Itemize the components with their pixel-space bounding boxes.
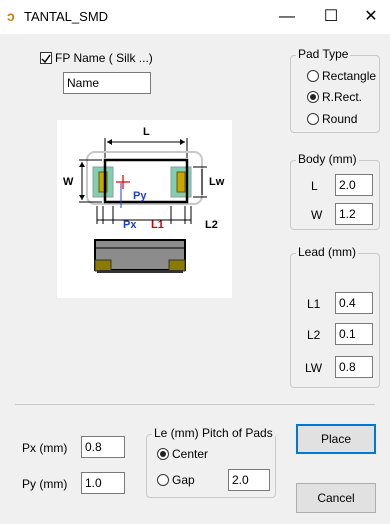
app-icon: ↄ xyxy=(7,8,15,24)
diagram-py-label: Py xyxy=(133,190,147,202)
lead-legend: Lead (mm) xyxy=(296,245,359,259)
body-w-label: W xyxy=(311,208,323,222)
pad-type-round-radio[interactable] xyxy=(307,113,319,125)
py-input[interactable]: 1.0 xyxy=(81,472,125,494)
diagram-lw-label: Lw xyxy=(209,176,225,188)
lead-lw-input[interactable]: 0.8 xyxy=(335,356,373,378)
py-label: Py (mm) xyxy=(22,477,68,491)
pitch-center-label: Center xyxy=(172,447,209,461)
pad-type-rectangle-label: Rectangle xyxy=(322,69,377,83)
diagram-l1-label: L1 xyxy=(151,219,164,231)
minimize-button[interactable]: — xyxy=(272,6,302,28)
window-title: TANTAL_SMD xyxy=(24,9,109,24)
cancel-button[interactable]: Cancel xyxy=(296,483,376,513)
pitch-center-radio[interactable] xyxy=(157,448,169,460)
lead-l2-input[interactable]: 0.1 xyxy=(335,323,373,345)
pad-type-round-label: Round xyxy=(322,112,358,126)
pad-type-rrect-radio[interactable] xyxy=(307,91,319,103)
fp-name-checkbox[interactable] xyxy=(40,52,52,64)
diagram-l-label: L xyxy=(143,126,150,138)
title-bar: ↄ TANTAL_SMD — ☐ ✕ xyxy=(0,0,390,34)
diagram-l2-label: L2 xyxy=(205,219,218,231)
px-input[interactable]: 0.8 xyxy=(81,436,125,458)
fp-name-label: FP Name ( Silk ...) xyxy=(55,51,153,65)
pitch-legend: Le (mm) Pitch of Pads xyxy=(152,426,275,440)
pitch-gap-label: Gap xyxy=(172,473,195,487)
px-label: Px (mm) xyxy=(22,441,68,455)
lead-l1-input[interactable]: 0.4 xyxy=(335,292,373,314)
pitch-gap-radio[interactable] xyxy=(157,474,169,486)
check-icon xyxy=(41,54,51,64)
body-l-input[interactable]: 2.0 xyxy=(335,174,373,196)
close-button[interactable]: ✕ xyxy=(356,6,386,28)
place-button[interactable]: Place xyxy=(296,424,376,454)
footprint-preview: L W Lw Py Px L1 L2 xyxy=(57,120,232,298)
pitch-value-input[interactable]: 2.0 xyxy=(228,469,270,491)
diagram-w-label: W xyxy=(63,176,74,188)
diagram-px-label: Px xyxy=(123,219,137,231)
lead-l2-label: L2 xyxy=(307,328,321,342)
body-w-input[interactable]: 1.2 xyxy=(335,203,373,225)
lead-lw-label: LW xyxy=(305,361,323,375)
maximize-button[interactable]: ☐ xyxy=(316,6,346,28)
fp-name-input[interactable]: Name xyxy=(63,72,151,94)
body-l-label: L xyxy=(311,179,318,193)
pad-type-rectangle-radio[interactable] xyxy=(307,70,319,82)
pad-type-legend: Pad Type xyxy=(296,47,351,61)
lead-l1-label: L1 xyxy=(307,297,321,311)
body-legend: Body (mm) xyxy=(296,152,359,166)
footprint-diagram xyxy=(79,138,207,273)
pad-type-rrect-label: R.Rect. xyxy=(322,90,363,104)
separator xyxy=(15,404,375,405)
